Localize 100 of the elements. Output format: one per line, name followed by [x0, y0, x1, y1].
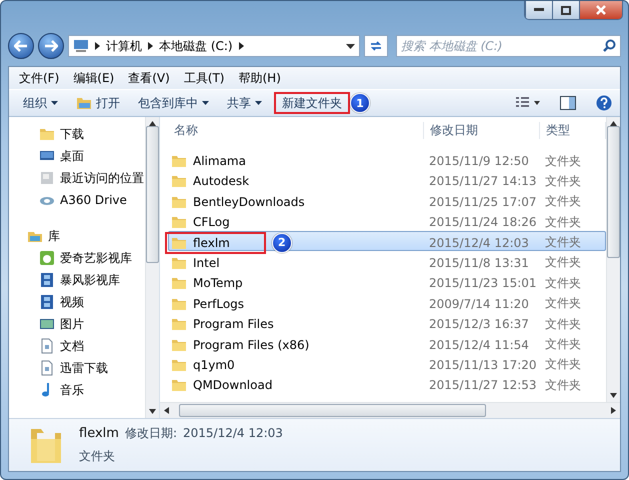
type-cell-text: 文件夹 [544, 254, 582, 272]
nav-label: 迅雷下载 [60, 360, 108, 376]
nav-item[interactable]: 桌面 [9, 145, 145, 167]
file-row[interactable]: flexlm 2 2015/12/4 12:03 文件夹 [168, 230, 606, 251]
file-name: PerfLogs [193, 296, 244, 311]
menu-item[interactable]: 编辑(E) [67, 68, 120, 88]
nav-item[interactable]: 爱奇艺影视库 [9, 247, 145, 269]
address-bar[interactable]: 计算机 本地磁盘 (C:) [68, 35, 360, 57]
file-row[interactable]: CFLog 2015/11/24 18:26 文件夹 [168, 210, 606, 231]
help-icon[interactable] [596, 95, 612, 111]
column-header[interactable]: 名称 [168, 122, 424, 138]
folder-icon [171, 316, 187, 332]
search-field[interactable]: 搜索 本地磁盘 (C:) [396, 35, 621, 57]
menu-item[interactable]: 帮助(H) [232, 68, 287, 88]
dropdown-arrow-icon[interactable] [346, 44, 355, 48]
file-row[interactable]: q1ym0 2015/11/13 17:20 文件夹 [168, 352, 606, 374]
arrow-icon[interactable] [611, 407, 616, 414]
toolbar-button[interactable]: 新建文件夹 [274, 92, 350, 114]
file-name: q1ym0 [193, 358, 235, 372]
file-name: flexlm [193, 236, 230, 250]
nav-item[interactable]: 文档 [9, 335, 145, 357]
menu-item[interactable]: 文件(F) [13, 68, 66, 88]
date-cell-text: 2015/11/27 14:13 [428, 174, 538, 188]
file-row[interactable]: Program Files (x86) 2015/12/4 11:54 文件夹 [168, 332, 606, 353]
file-row[interactable]: PerfLogs 2009/7/14 11:20 文件夹 [168, 292, 606, 312]
nav-item[interactable]: 下载 [9, 123, 145, 145]
folder-icon [76, 96, 92, 110]
type-cell-text: 文件夹 [544, 376, 582, 394]
nav-item[interactable]: 图片 [9, 313, 145, 335]
arrow-icon[interactable] [164, 407, 169, 414]
nav-label: 桌面 [60, 148, 84, 164]
file-name: MoTemp [193, 276, 243, 290]
nav-item[interactable]: 最近访问的位置 [9, 167, 145, 189]
folder-icon [171, 377, 187, 394]
breadcrumb-arrow-icon [238, 42, 244, 50]
forward-button[interactable] [38, 33, 64, 59]
date-cell-text: 2015/12/3 16:37 [428, 317, 530, 332]
file-row[interactable]: Autodesk 2015/11/27 14:13 文件夹 [168, 169, 606, 190]
toolbar-button[interactable]: 组织 [17, 92, 64, 114]
caret-icon [202, 101, 209, 105]
view-options-icon[interactable] [516, 97, 540, 109]
toolbar-button[interactable]: 包含到库中 [132, 92, 215, 114]
date-cell-text: 2015/11/24 18:26 [428, 215, 538, 230]
scrollbar[interactable] [145, 117, 159, 418]
nav-label: 音乐 [60, 382, 84, 398]
maximize-button[interactable] [552, 1, 579, 19]
forward-arrow-icon [44, 40, 58, 52]
file-row[interactable]: Intel 2015/11/8 13:31 文件夹 [168, 250, 606, 272]
breadcrumb[interactable]: 本地磁盘 (C:) [159, 38, 233, 54]
breadcrumb-arrow-icon [95, 42, 100, 50]
folder-icon [171, 275, 187, 292]
horizontal-scrollbar[interactable] [160, 402, 620, 418]
details-date: 2015/12/4 12:03 [182, 426, 283, 440]
arrow-icon[interactable] [149, 121, 156, 126]
date-cell-text: 2015/11/27 12:53 [428, 378, 538, 392]
close-button[interactable] [579, 1, 622, 19]
refresh-button[interactable] [364, 35, 388, 57]
caret-icon [51, 101, 58, 105]
back-button[interactable] [8, 33, 34, 59]
type-cell-text: 文件夹 [544, 152, 582, 170]
media-library-icon [39, 250, 55, 266]
menu-item[interactable]: 查看(V) [122, 68, 176, 88]
file-row[interactable]: Alimama 2015/11/9 12:50 文件夹 [168, 149, 606, 170]
file-row[interactable]: QMDownload 2015/11/27 12:53 文件夹 [168, 373, 606, 394]
menu-item[interactable]: 工具(T) [178, 68, 230, 88]
nav-label: 文档 [60, 338, 84, 354]
nav-item[interactable]: 迅雷下载 [9, 357, 145, 379]
breadcrumb[interactable]: 计算机 [106, 38, 142, 54]
nav-label: 图片 [60, 316, 84, 332]
preview-pane-icon[interactable] [560, 96, 576, 110]
date-cell-text: 2009/7/14 11:20 [428, 296, 530, 311]
type-cell-text: 文件夹 [544, 172, 582, 190]
toolbar-button[interactable]: 共享 [221, 92, 268, 114]
details-date-label: 修改日期: [124, 425, 177, 442]
column-header[interactable]: 修改日期 [424, 122, 540, 138]
minimize-button[interactable] [525, 1, 552, 19]
refresh-arrows-icon [369, 40, 383, 52]
nav-item[interactable]: 暴风影视库 [9, 269, 145, 291]
search-icon [603, 39, 616, 52]
type-cell-text: 文件夹 [544, 336, 582, 354]
nav-item[interactable]: A360 Drive [9, 189, 145, 211]
file-row[interactable]: MoTemp 2015/11/23 15:01 文件夹 [168, 271, 606, 292]
file-row[interactable]: BentleyDownloads 2015/11/25 17:07 文件夹 [168, 190, 606, 210]
folder-icon [171, 153, 187, 169]
nav-item[interactable]: 视频 [9, 291, 145, 313]
scrollbar[interactable] [606, 117, 620, 402]
arrow-icon[interactable] [610, 393, 617, 398]
nav-label: 最近访问的位置 [60, 170, 144, 186]
date-cell-text: 2015/11/23 15:01 [428, 276, 538, 290]
toolbar-button[interactable]: 打开 [70, 92, 126, 114]
type-cell-text: 文件夹 [544, 193, 582, 210]
arrow-icon[interactable] [149, 409, 156, 414]
nav-item[interactable]: 音乐 [9, 379, 145, 401]
file-row[interactable]: Program Files 2015/12/3 16:37 文件夹 [168, 312, 606, 333]
nav-item[interactable]: 库 [9, 225, 145, 247]
type-cell-text: 文件夹 [544, 316, 582, 333]
details-type: 文件夹 [79, 448, 116, 465]
details-name: flexlm [79, 426, 119, 441]
arrow-icon[interactable] [610, 121, 617, 126]
file-name: Intel [193, 256, 220, 270]
